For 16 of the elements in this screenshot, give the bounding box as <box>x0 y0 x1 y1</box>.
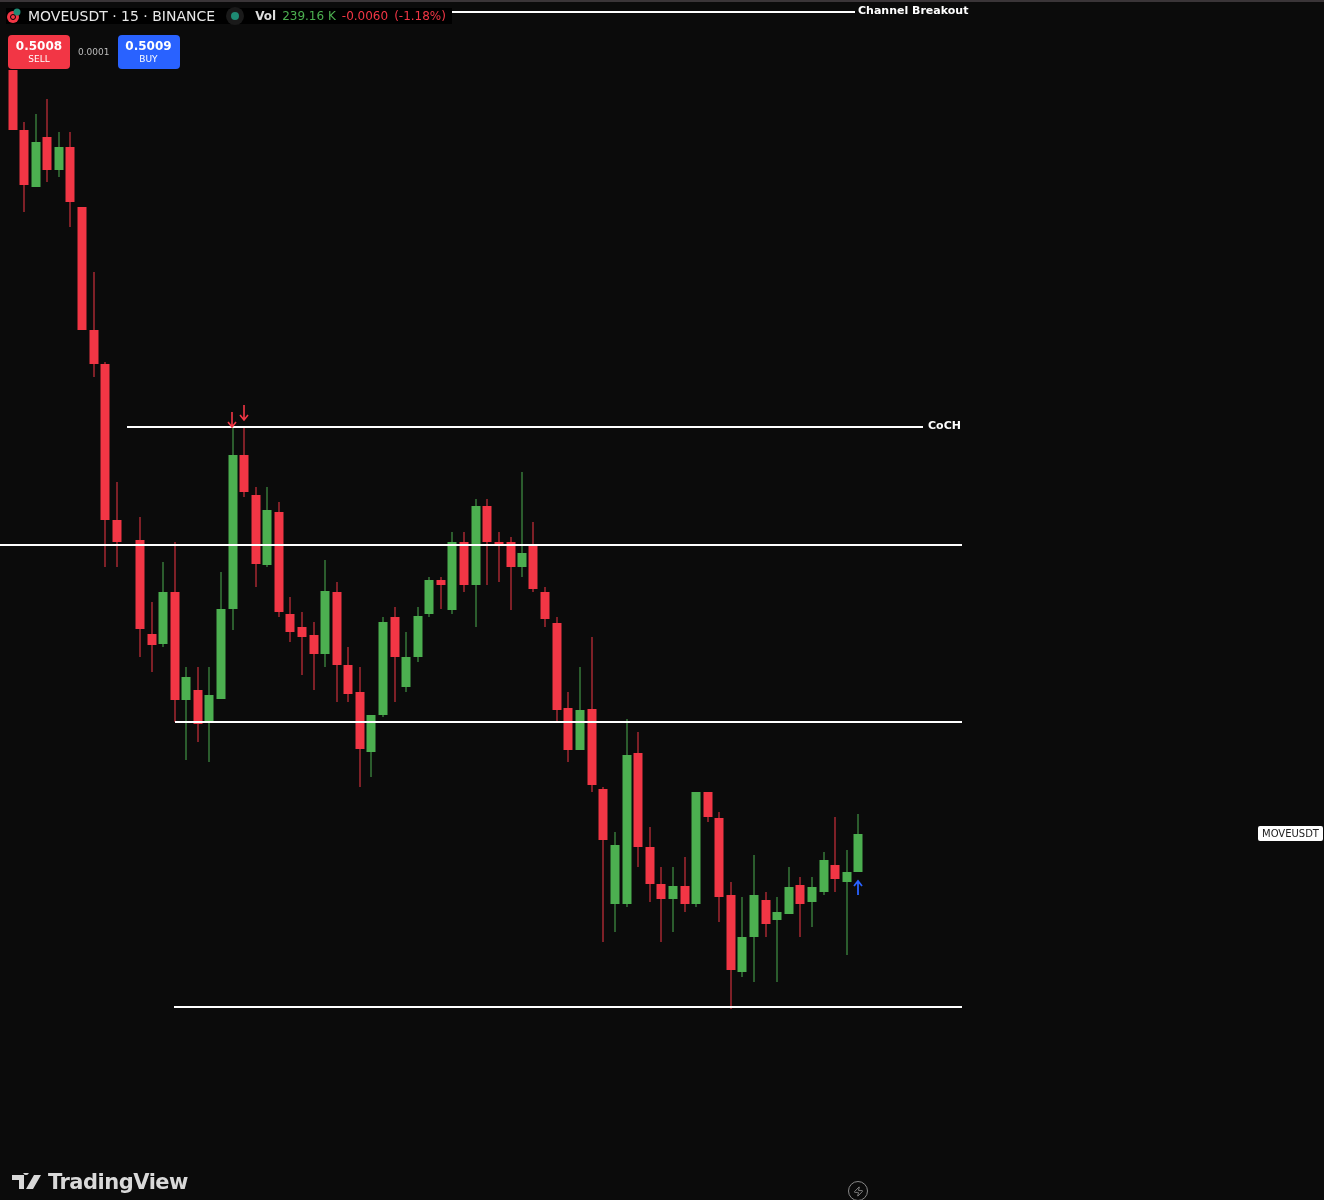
down-arrow-icon <box>227 411 237 429</box>
line-label: Channel Breakout <box>858 4 969 17</box>
volume-label: Vol <box>255 9 277 23</box>
up-arrow-icon <box>853 879 863 896</box>
price-change: -0.0060 <box>341 9 389 23</box>
symbol-tag: MOVEUSDT <box>1258 826 1323 841</box>
sell-button[interactable]: 0.5008 SELL <box>8 35 70 69</box>
buy-button[interactable]: 0.5009 BUY <box>117 35 180 69</box>
logo-text: TradingView <box>48 1170 188 1194</box>
price-change-percent: (-1.18%) <box>394 9 446 23</box>
down-arrow-icon <box>239 404 249 422</box>
volume-value: 239.16 K <box>282 9 336 23</box>
line-label: CoCH <box>928 419 961 432</box>
spread-value: 0.0001 <box>78 47 110 57</box>
logo-icon <box>12 1173 42 1191</box>
symbol-title[interactable]: MOVEUSDT · 15 · BINANCE <box>28 8 216 24</box>
